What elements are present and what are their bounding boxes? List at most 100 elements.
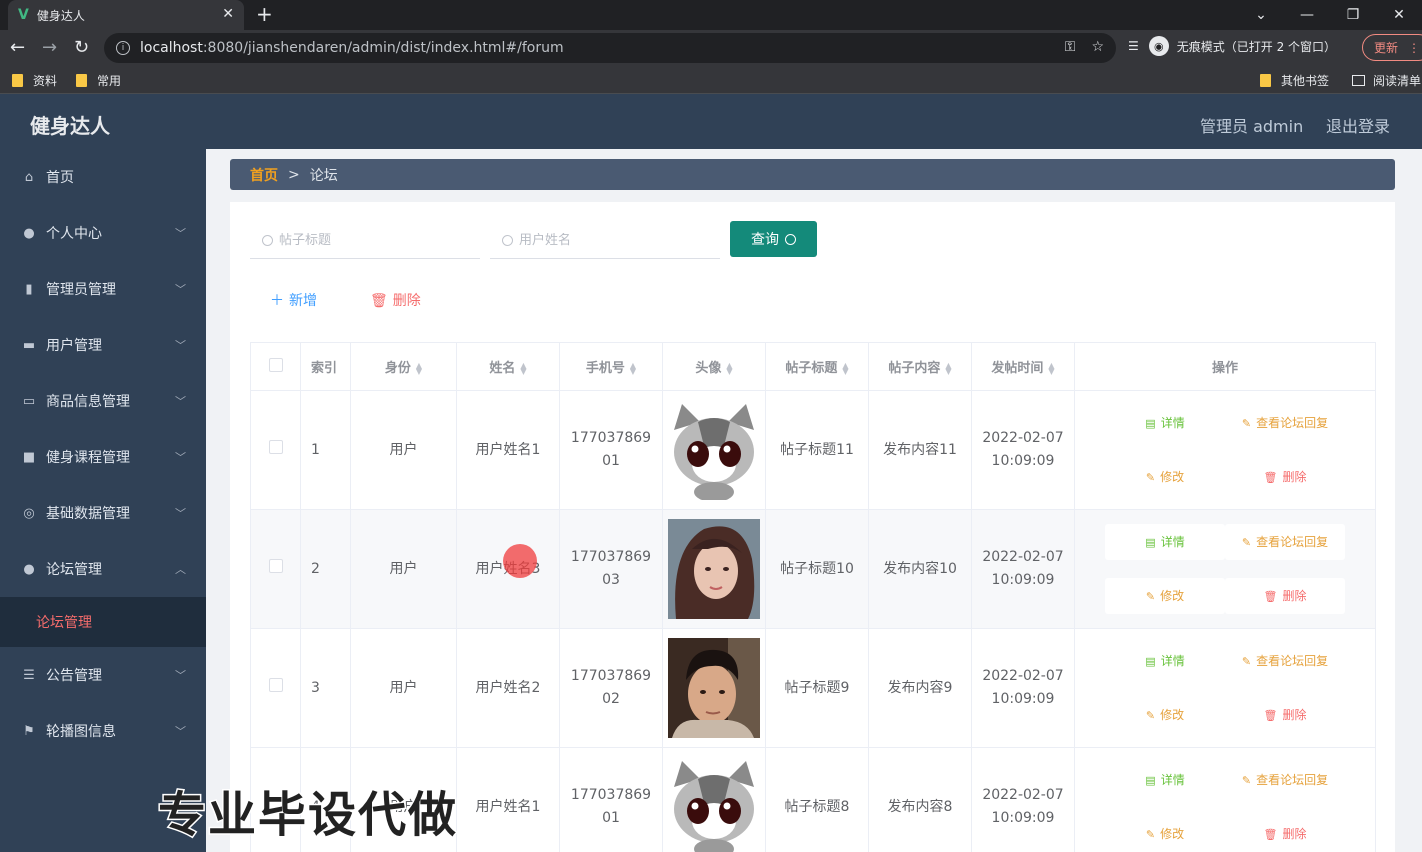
edit-button[interactable]: ✎ 修改	[1105, 816, 1225, 852]
title-search-field[interactable]	[250, 223, 480, 259]
row-select-cell[interactable]	[250, 509, 301, 629]
reading-list-icon[interactable]: ☰	[1128, 39, 1139, 53]
date-part: 2022-02-07	[982, 549, 1064, 565]
sidebar-item-notices[interactable]: ☰ 公告管理 ﹀	[0, 647, 206, 703]
title-search-input[interactable]	[279, 233, 469, 248]
restore-icon[interactable]: ❐	[1330, 0, 1376, 30]
row-checkbox[interactable]	[268, 439, 283, 454]
sidebar-item-profile[interactable]: ● 个人中心 ﹀	[0, 205, 206, 261]
sidebar-item-forum[interactable]: ● 论坛管理 ︿	[0, 541, 206, 597]
url-field[interactable]: i localhost:8080/jianshendaren/admin/dis…	[104, 33, 1116, 63]
close-icon[interactable]: ✕	[222, 6, 234, 22]
info-icon[interactable]: i	[116, 41, 130, 55]
table-row[interactable]: 3 用户 用户姓名2 177037869 02 帖子标题9 发布内容9 2022-…	[250, 628, 1376, 748]
name-search-input[interactable]	[519, 233, 709, 248]
view-replies-button[interactable]: ✎ 查看论坛回复	[1225, 643, 1345, 679]
reading-list-icon	[1352, 75, 1365, 86]
sort-icon[interactable]: ▲ ▼	[630, 361, 636, 375]
sort-icon[interactable]: ▲ ▼	[842, 361, 848, 375]
chat-icon: ▭	[22, 393, 36, 409]
delete-button[interactable]: 🗑 删除	[1225, 816, 1345, 852]
header-title[interactable]: 帖子标题 ▲ ▼	[765, 342, 869, 391]
sidebar-item-admins[interactable]: ▮ 管理员管理 ﹀	[0, 261, 206, 317]
row-actions: ▤ 详情 ✎ 查看论坛回复 ✎ 修改 🗑 删除	[1075, 762, 1375, 852]
detail-label: 详情	[1160, 772, 1185, 787]
sort-icon[interactable]: ▲ ▼	[520, 361, 526, 375]
row-select-cell[interactable]	[250, 628, 301, 748]
pencil-icon: ✎	[1241, 773, 1252, 787]
flag-icon: ⚑	[23, 723, 35, 739]
logout-link[interactable]: 退出登录	[1326, 113, 1390, 137]
bookmark-folder[interactable]: 资料	[12, 72, 57, 89]
sidebar-item-courses[interactable]: ■ 健身课程管理 ﹀	[0, 429, 206, 485]
new-tab-icon[interactable]: +	[256, 2, 273, 26]
detail-button[interactable]: ▤ 详情	[1105, 643, 1225, 679]
detail-button[interactable]: ▤ 详情	[1105, 405, 1225, 441]
sort-icon[interactable]: ▲ ▼	[1048, 361, 1054, 375]
table-row[interactable]: 2 用户 用户姓名3 17703786903 帖子标题10 发布内容10 202…	[250, 509, 1376, 629]
reload-icon[interactable]: ↻	[74, 37, 89, 58]
row-checkbox[interactable]	[268, 677, 283, 692]
sort-icon[interactable]: ▲ ▼	[945, 361, 951, 375]
tab-search-icon[interactable]: ⌄	[1238, 0, 1284, 30]
delete-button[interactable]: 🗑 删除	[1225, 459, 1345, 495]
header-content[interactable]: 帖子内容 ▲ ▼	[868, 342, 972, 391]
table-row[interactable]: 1 用户 用户姓名1 177037869 01 帖子标题11 发布内容11 202…	[250, 390, 1376, 510]
sidebar-item-home[interactable]: ⌂ 首页	[0, 149, 206, 205]
edit-button[interactable]: ✎ 修改	[1105, 578, 1225, 614]
header-avatar[interactable]: 头像 ▲ ▼	[662, 342, 766, 391]
detail-button[interactable]: ▤ 详情	[1105, 762, 1225, 798]
table-header-row: 索引 身份 ▲ ▼ 姓名 ▲ ▼ 手机号 ▲ ▼ 头像 ▲ ▼ 帖子标题 ▲ ▼ 帖子内容 ▲ ▼ 发帖…	[250, 342, 1376, 391]
select-all-checkbox[interactable]	[268, 357, 283, 372]
header-phone[interactable]: 手机号 ▲ ▼	[559, 342, 663, 391]
row-checkbox[interactable]	[268, 558, 283, 573]
folder-icon	[1260, 74, 1271, 87]
omnibox-actions: ⚿ ☆	[1065, 39, 1104, 55]
batch-delete-button[interactable]: 🗑 删除	[370, 290, 421, 310]
sidebar-item-carousel[interactable]: ⚑ 轮播图信息 ﹀	[0, 703, 206, 759]
remove-label: 删除	[1282, 707, 1307, 722]
other-bookmarks[interactable]: 其他书签	[1260, 72, 1329, 89]
incognito-indicator[interactable]: ☰ ◉ 无痕模式（已打开 2 个窗口）	[1128, 36, 1336, 56]
view-replies-button[interactable]: ✎ 查看论坛回复	[1225, 524, 1345, 560]
reading-list[interactable]: 阅读清单	[1352, 72, 1421, 89]
view-replies-button[interactable]: ✎ 查看论坛回复	[1225, 762, 1345, 798]
window-close-icon[interactable]: ✕	[1376, 0, 1422, 30]
edit-button[interactable]: ✎ 修改	[1105, 459, 1225, 495]
sort-icon[interactable]: ▲ ▼	[416, 361, 422, 375]
cell-role: 用户	[350, 390, 457, 510]
key-icon[interactable]: ⚿	[1065, 39, 1076, 55]
minimize-icon[interactable]: —	[1284, 0, 1330, 30]
star-icon[interactable]: ☆	[1091, 39, 1104, 55]
replies-label: 查看论坛回复	[1256, 772, 1329, 787]
sidebar-item-basic-data[interactable]: ◎ 基础数据管理 ﹀	[0, 485, 206, 541]
breadcrumb-home[interactable]: 首页	[250, 165, 278, 185]
delete-button[interactable]: 🗑 删除	[1225, 578, 1345, 614]
bookmark-folder[interactable]: 常用	[76, 72, 121, 89]
row-select-cell[interactable]	[250, 390, 301, 510]
edit-button[interactable]: ✎ 修改	[1105, 697, 1225, 733]
cell-content: 发布内容11	[868, 390, 972, 510]
forward-icon[interactable]: →	[42, 37, 57, 58]
detail-label: 详情	[1160, 415, 1185, 430]
sort-icon[interactable]: ▲ ▼	[726, 361, 732, 375]
add-button[interactable]: ＋ 新增	[270, 290, 317, 310]
edit-label: 修改	[1160, 588, 1185, 603]
name-search-field[interactable]	[490, 223, 720, 259]
sidebar-item-products[interactable]: ▭ 商品信息管理 ﹀	[0, 373, 206, 429]
header-time[interactable]: 发帖时间 ▲ ▼	[971, 342, 1075, 391]
update-button[interactable]: 更新 ⋮	[1362, 34, 1422, 61]
detail-button[interactable]: ▤ 详情	[1105, 524, 1225, 560]
delete-button[interactable]: 🗑 删除	[1225, 697, 1345, 733]
view-replies-button[interactable]: ✎ 查看论坛回复	[1225, 405, 1345, 441]
header-name[interactable]: 姓名 ▲ ▼	[456, 342, 560, 391]
app-title: 健身达人	[30, 114, 110, 138]
header-role[interactable]: 身份 ▲ ▼	[350, 342, 457, 391]
browser-tab[interactable]: V 健身达人 ✕	[8, 0, 244, 30]
query-button[interactable]: 查询	[730, 221, 817, 257]
sidebar-item-users[interactable]: ▬ 用户管理 ﹀	[0, 317, 206, 373]
phone-part: 177037869	[570, 787, 652, 803]
select-all-cell[interactable]	[250, 342, 301, 391]
back-icon[interactable]: ←	[10, 37, 25, 58]
sidebar-subitem-forum[interactable]: 论坛管理	[0, 597, 206, 647]
